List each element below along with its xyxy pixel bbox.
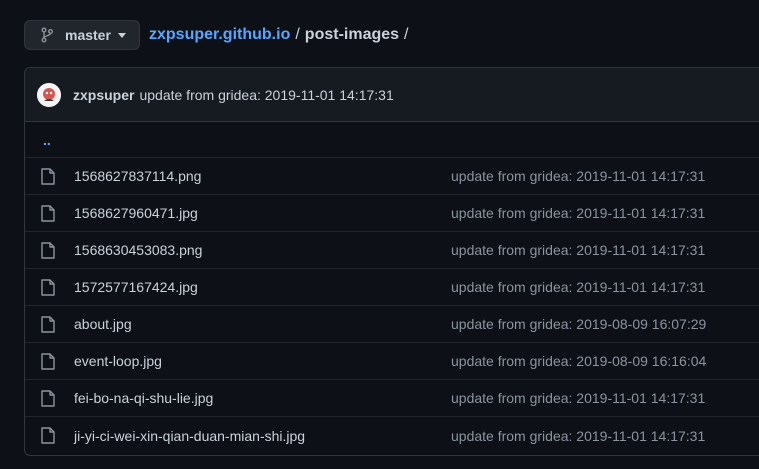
file-commit-message[interactable]: update from gridea: 2019-11-01 14:17:31 bbox=[451, 428, 705, 444]
breadcrumb: zxpsuper.github.io / post-images / bbox=[149, 26, 414, 44]
file-icon bbox=[41, 241, 57, 259]
file-name-link[interactable]: event-loop.jpg bbox=[74, 353, 434, 369]
file-list: 1568627837114.png update from gridea: 20… bbox=[25, 158, 759, 454]
file-name-link[interactable]: fei-bo-na-qi-shu-lie.jpg bbox=[74, 390, 434, 406]
file-row[interactable]: 1568627837114.png update from gridea: 20… bbox=[25, 158, 759, 195]
file-name-link[interactable]: 1568630453083.png bbox=[74, 242, 434, 258]
file-row[interactable]: about.jpg update from gridea: 2019-08-09… bbox=[25, 306, 759, 343]
file-icon bbox=[41, 204, 57, 222]
file-icon bbox=[41, 389, 57, 407]
file-icon bbox=[41, 278, 57, 296]
parent-directory-link[interactable]: .. bbox=[25, 122, 759, 158]
file-commit-message[interactable]: update from gridea: 2019-11-01 14:17:31 bbox=[451, 279, 705, 295]
caret-down-icon bbox=[117, 32, 127, 38]
breadcrumb-separator: / bbox=[295, 26, 300, 43]
avatar[interactable] bbox=[37, 82, 61, 107]
file-row[interactable]: fei-bo-na-qi-shu-lie.jpg update from gri… bbox=[25, 380, 759, 417]
file-row[interactable]: ji-yi-ci-wei-xin-qian-duan-mian-shi.jpg … bbox=[25, 417, 759, 454]
file-name-link[interactable]: 1572577167424.jpg bbox=[74, 279, 434, 295]
file-name-link[interactable]: about.jpg bbox=[74, 316, 434, 332]
file-row[interactable]: 1568627960471.jpg update from gridea: 20… bbox=[25, 195, 759, 232]
file-name-link[interactable]: 1568627960471.jpg bbox=[74, 205, 434, 221]
file-commit-message[interactable]: update from gridea: 2019-11-01 14:17:31 bbox=[451, 205, 705, 221]
file-icon bbox=[41, 167, 57, 185]
commit-message[interactable]: update from gridea: 2019-11-01 14:17:31 bbox=[139, 87, 393, 103]
file-name-link[interactable]: 1568627837114.png bbox=[74, 168, 434, 184]
file-commit-message[interactable]: update from gridea: 2019-08-09 16:16:04 bbox=[451, 353, 706, 369]
breadcrumb-current-folder: post-images bbox=[304, 26, 400, 43]
file-icon bbox=[41, 315, 57, 333]
file-commit-message[interactable]: update from gridea: 2019-11-01 14:17:31 bbox=[451, 168, 705, 184]
branch-select-button[interactable]: master bbox=[24, 20, 140, 50]
top-bar: master zxpsuper.github.io / post-images … bbox=[24, 19, 414, 51]
file-browser: zxpsuper update from gridea: 2019-11-01 … bbox=[24, 67, 759, 456]
commit-author-link[interactable]: zxpsuper bbox=[73, 87, 134, 103]
file-icon bbox=[41, 352, 57, 370]
branch-label: master bbox=[65, 27, 111, 43]
git-branch-icon bbox=[41, 27, 55, 43]
file-commit-message[interactable]: update from gridea: 2019-11-01 14:17:31 bbox=[451, 242, 705, 258]
file-commit-message[interactable]: update from gridea: 2019-11-01 14:17:31 bbox=[451, 390, 705, 406]
latest-commit-bar: zxpsuper update from gridea: 2019-11-01 … bbox=[25, 68, 759, 122]
breadcrumb-repo-link[interactable]: zxpsuper.github.io bbox=[149, 26, 290, 44]
file-commit-message[interactable]: update from gridea: 2019-08-09 16:07:29 bbox=[451, 316, 706, 332]
file-name-link[interactable]: ji-yi-ci-wei-xin-qian-duan-mian-shi.jpg bbox=[74, 428, 434, 444]
breadcrumb-trailing-separator: / bbox=[404, 26, 409, 43]
file-row[interactable]: 1568630453083.png update from gridea: 20… bbox=[25, 232, 759, 269]
file-row[interactable]: 1572577167424.jpg update from gridea: 20… bbox=[25, 269, 759, 306]
file-row[interactable]: event-loop.jpg update from gridea: 2019-… bbox=[25, 343, 759, 380]
file-icon bbox=[41, 427, 57, 444]
